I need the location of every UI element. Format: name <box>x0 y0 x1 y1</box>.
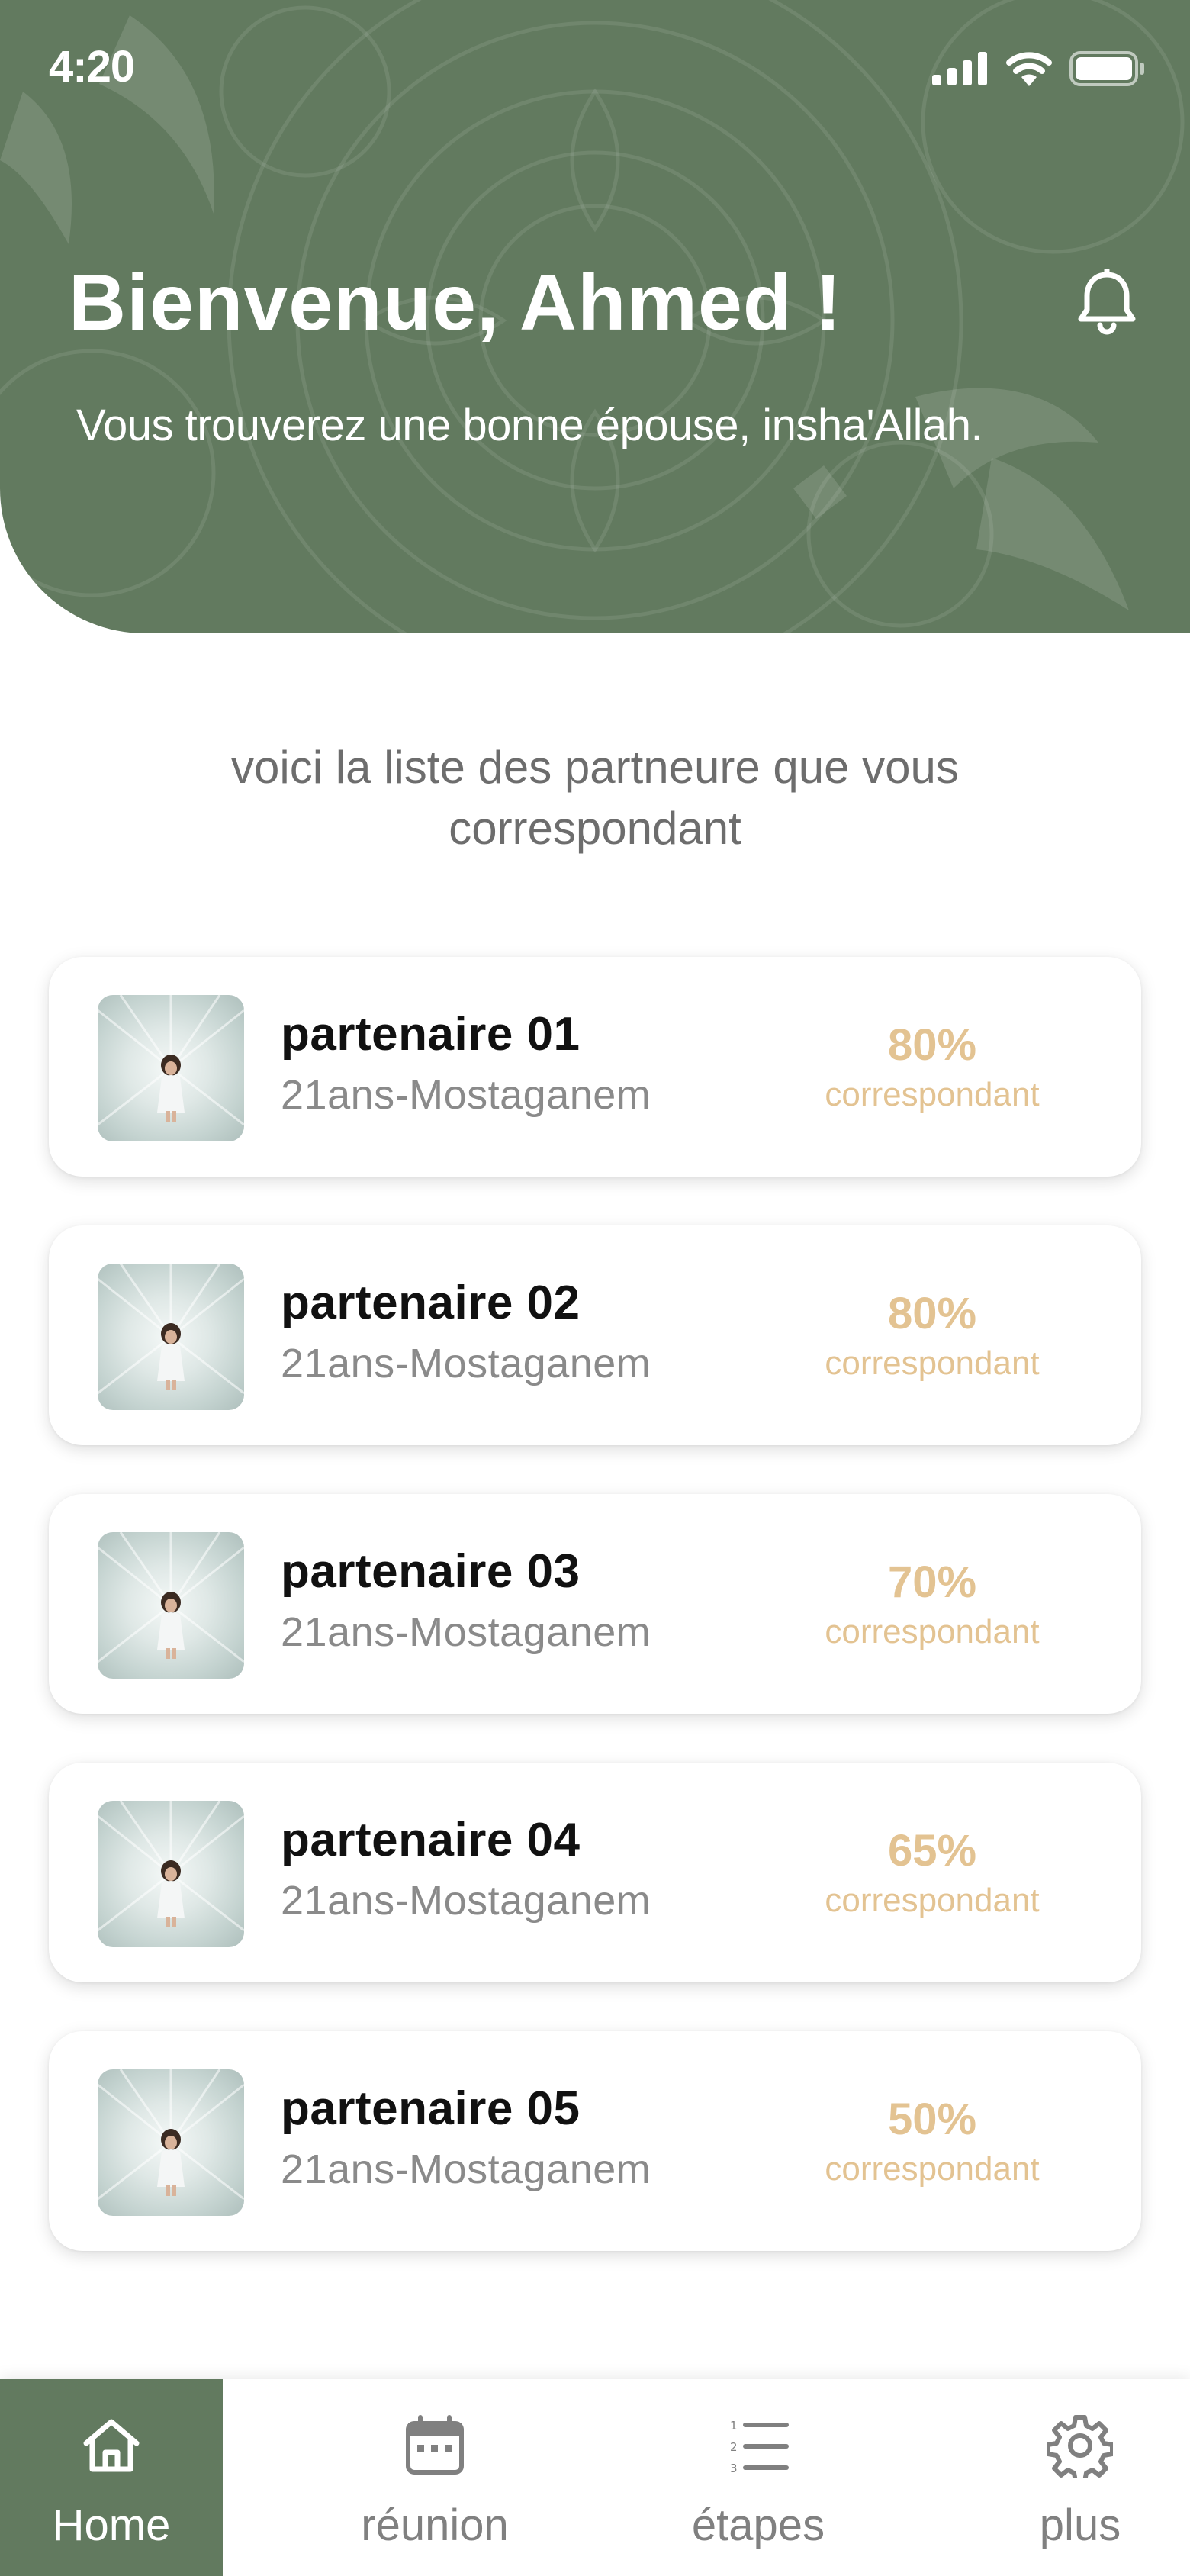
calendar-icon <box>406 2415 464 2475</box>
wifi-icon <box>1006 52 1052 86</box>
tab-etapes[interactable]: 1 2 3 étapes <box>647 2379 870 2576</box>
partner-details: 21ans-Mostaganem <box>281 2146 651 2192</box>
tab-etapes-label: étapes <box>691 2500 825 2550</box>
match-label: correspondant <box>825 1613 1040 1650</box>
home-icon <box>83 2419 140 2472</box>
intro-line-1: voici la liste des partneure que vous <box>231 742 959 793</box>
match-label: correspondant <box>825 1344 1040 1382</box>
signal-icon <box>932 52 987 85</box>
tab-plus[interactable]: plus <box>969 2379 1190 2576</box>
match-label: correspondant <box>825 1076 1040 1113</box>
partner-photo <box>98 1264 244 1395</box>
match-label: correspondant <box>825 2150 1040 2188</box>
bell-icon[interactable] <box>1074 269 1140 337</box>
partner-avatar <box>98 995 244 1141</box>
intro-line-2: correspondant <box>449 803 741 854</box>
partner-name: partenaire 01 <box>281 1008 581 1061</box>
partner-card[interactable]: partenaire 05 21ans-Mostaganem 50% corre… <box>49 2031 1141 2251</box>
partner-photo <box>98 1532 244 1663</box>
bottom-tab-bar: Home réunion 1 2 3 étapes plus <box>0 2379 1190 2576</box>
match-percentage: 70% <box>887 1557 977 1607</box>
partner-avatar <box>98 1532 244 1679</box>
header: 4:20 Bienvenue, Ahmed ! Vous trouverez u… <box>0 0 1190 633</box>
numbered-list-icon: 1 2 3 <box>730 2419 789 2475</box>
partner-photo <box>98 2069 244 2201</box>
status-icons <box>932 49 1146 89</box>
greeting-title: Bienvenue, Ahmed ! <box>69 259 842 347</box>
match-label: correspondant <box>825 1882 1040 1919</box>
tab-home-label: Home <box>52 2500 171 2550</box>
partner-avatar <box>98 1264 244 1410</box>
partner-name: partenaire 02 <box>281 1277 581 1329</box>
match-percentage: 80% <box>887 1289 977 1338</box>
partner-name: partenaire 05 <box>281 2082 581 2135</box>
status-bar: 4:20 <box>0 0 1190 137</box>
svg-text:3: 3 <box>730 2462 738 2475</box>
battery-icon <box>1069 51 1144 86</box>
welcome-subtitle: Vous trouverez une bonne épouse, insha'A… <box>76 401 983 450</box>
gear-icon <box>1047 2415 1113 2478</box>
partner-card[interactable]: partenaire 04 21ans-Mostaganem 65% corre… <box>49 1763 1141 1982</box>
svg-text:1: 1 <box>730 2419 738 2433</box>
partner-photo <box>98 995 244 1126</box>
status-time: 4:20 <box>49 42 135 92</box>
partner-photo <box>98 1801 244 1932</box>
partner-details: 21ans-Mostaganem <box>281 1341 651 1386</box>
tab-home[interactable]: Home <box>0 2379 223 2576</box>
partner-card[interactable]: partenaire 01 21ans-Mostaganem 80% corre… <box>49 957 1141 1177</box>
match-percentage: 65% <box>887 1826 977 1876</box>
partner-avatar <box>98 2069 244 2216</box>
partner-details: 21ans-Mostaganem <box>281 1609 651 1655</box>
partner-card[interactable]: partenaire 03 21ans-Mostaganem 70% corre… <box>49 1494 1141 1714</box>
partner-name: partenaire 04 <box>281 1814 581 1866</box>
tab-plus-label: plus <box>1039 2500 1121 2550</box>
match-percentage: 50% <box>887 2095 977 2144</box>
partner-name: partenaire 03 <box>281 1545 581 1598</box>
match-percentage: 80% <box>887 1020 977 1070</box>
intro-text: voici la liste des partneure que vous co… <box>137 737 1053 859</box>
svg-text:2: 2 <box>730 2440 738 2454</box>
partner-details: 21ans-Mostaganem <box>281 1072 651 1118</box>
tab-reunion[interactable]: réunion <box>323 2379 546 2576</box>
partner-avatar <box>98 1801 244 1947</box>
partner-details: 21ans-Mostaganem <box>281 1878 651 1924</box>
tab-reunion-label: réunion <box>361 2500 509 2550</box>
partner-card[interactable]: partenaire 02 21ans-Mostaganem 80% corre… <box>49 1225 1141 1445</box>
